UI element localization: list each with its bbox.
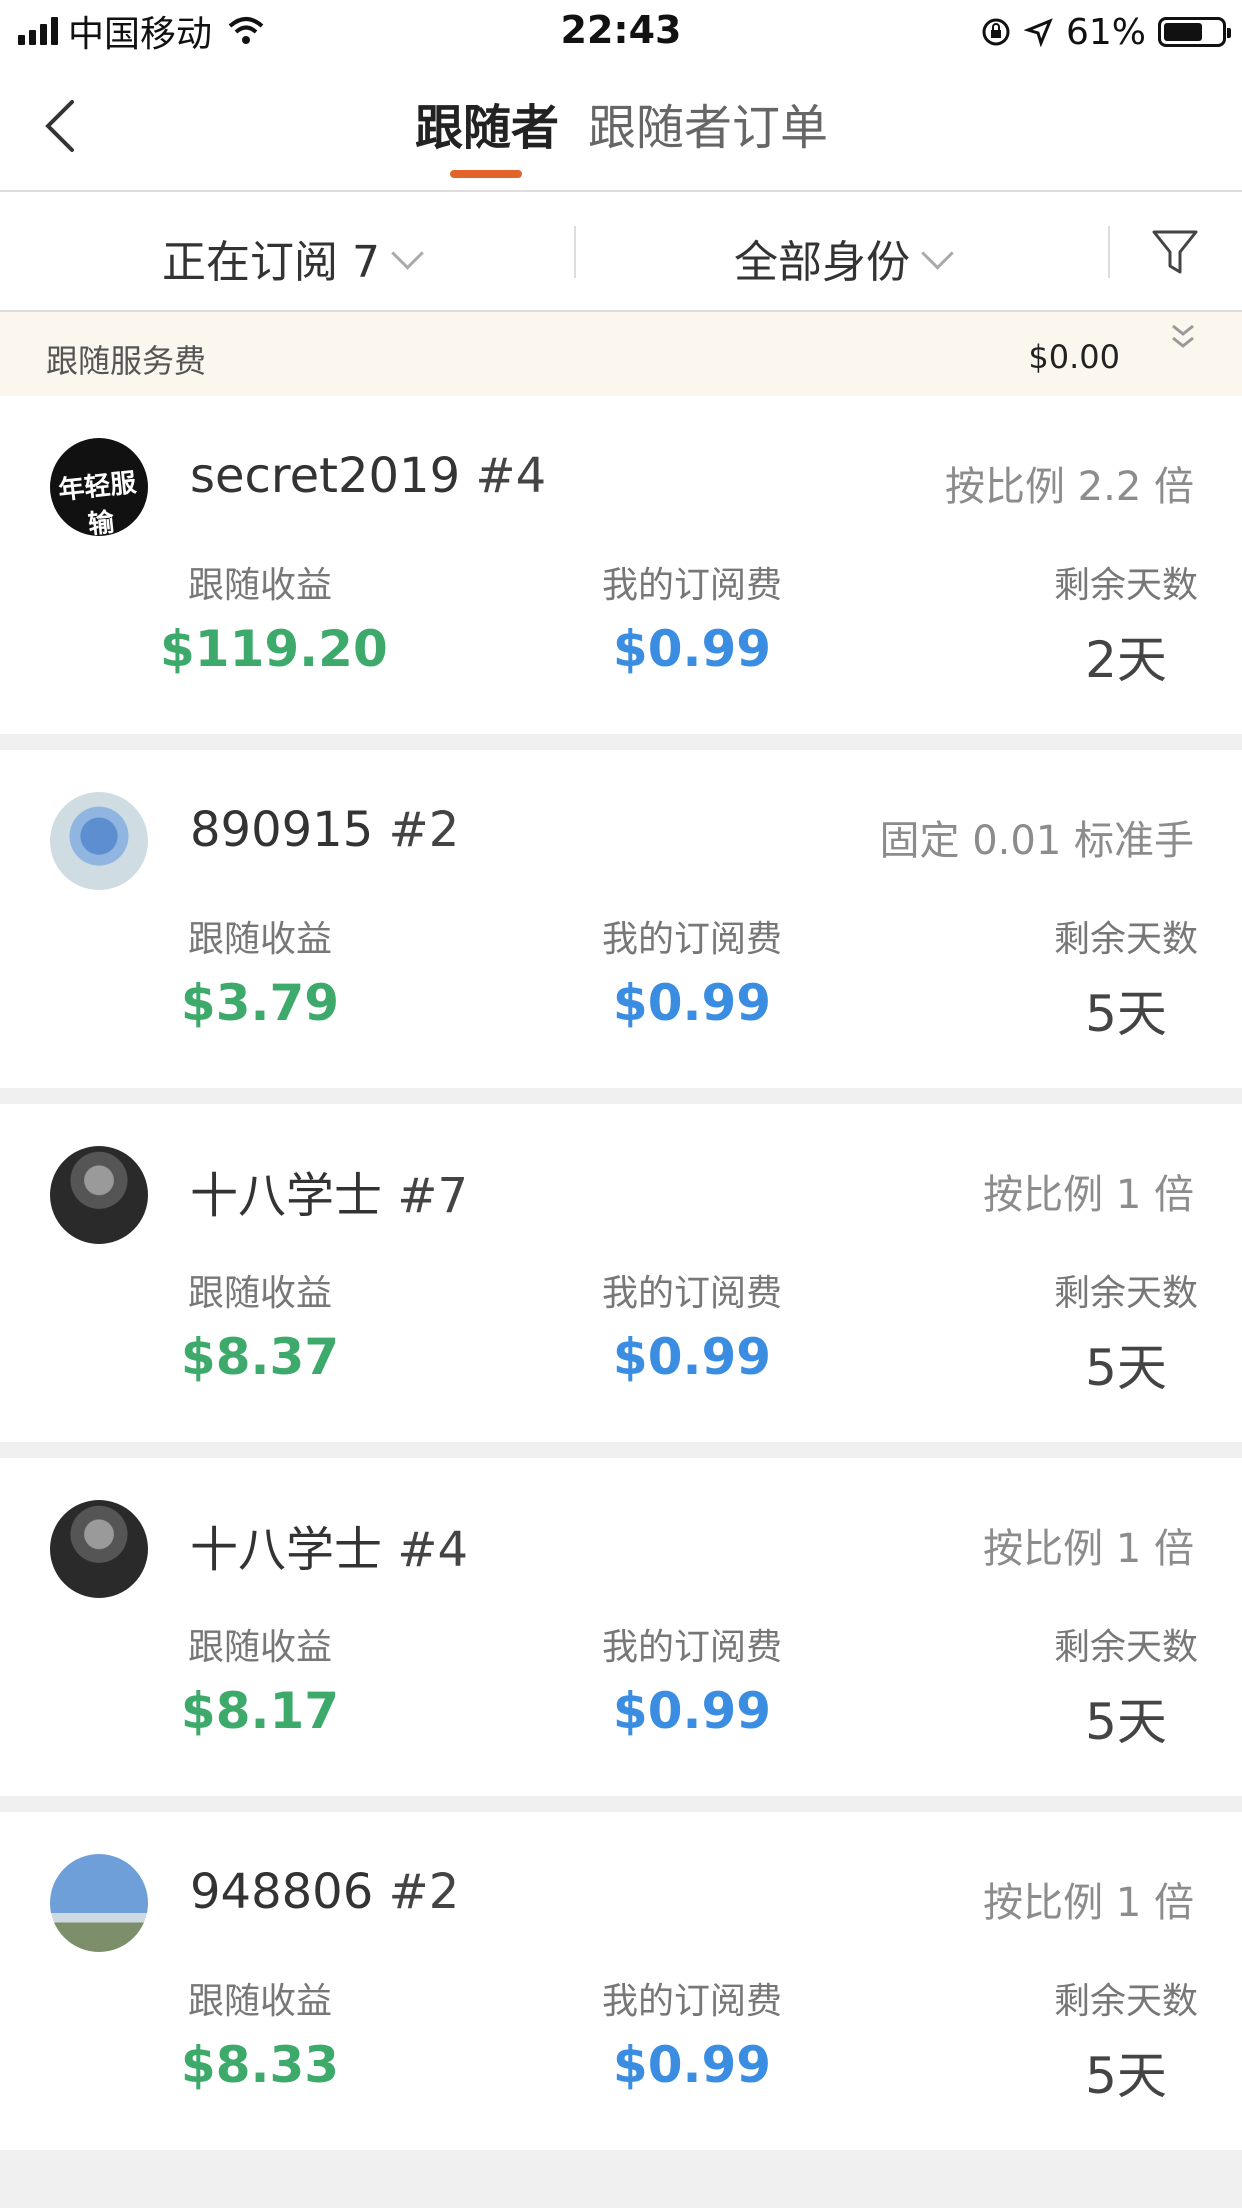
subscribing-filter-label: 正在订阅 7 xyxy=(162,237,380,288)
filter-bar: 正在订阅 7 全部身份 xyxy=(0,192,1242,312)
service-fee-strip: 跟随服务费 $0.00 xyxy=(0,312,1242,396)
profit-column: 跟随收益 $3.79 xyxy=(160,910,360,1032)
days-value: 2天 xyxy=(1085,631,1167,689)
profit-column: 跟随收益 $8.37 xyxy=(160,1264,360,1386)
fee-label: 我的订阅费 xyxy=(601,1981,782,2022)
nav-bar: 跟随者 跟随者订单 xyxy=(0,62,1242,192)
fee-value: $0.99 xyxy=(612,2036,772,2094)
copy-mode: 按比例 2.2 倍 xyxy=(944,464,1194,510)
follower-card[interactable]: 年轻服输 secret2019 #4 按比例 2.2 倍 跟随收益 $119.20… xyxy=(0,396,1242,734)
status-right: 61% xyxy=(980,10,1231,54)
days-column: 剩余天数 5天 xyxy=(1026,910,1226,1046)
days-label: 剩余天数 xyxy=(1053,565,1198,606)
days-label: 剩余天数 xyxy=(1053,1627,1198,1668)
chevron-down-icon xyxy=(391,236,424,270)
avatar xyxy=(50,792,148,890)
fee-value: $0.99 xyxy=(612,1328,772,1386)
profit-value: $119.20 xyxy=(160,620,388,678)
fee-value: $0.99 xyxy=(612,1682,772,1740)
location-icon xyxy=(1023,18,1053,47)
back-arrow-icon[interactable] xyxy=(36,96,86,156)
profit-column: 跟随收益 $119.20 xyxy=(160,556,388,678)
orientation-lock-icon xyxy=(982,18,1010,46)
profit-label: 跟随收益 xyxy=(187,1273,332,1314)
fee-column: 我的订阅费 $0.99 xyxy=(592,1264,792,1386)
days-column: 剩余天数 5天 xyxy=(1026,1972,1226,2108)
fee-column: 我的订阅费 $0.99 xyxy=(592,1618,792,1740)
days-column: 剩余天数 2天 xyxy=(1026,556,1226,692)
copy-mode: 按比例 1 倍 xyxy=(983,1526,1194,1572)
days-label: 剩余天数 xyxy=(1053,1981,1198,2022)
days-value: 5天 xyxy=(1085,985,1167,1043)
days-value: 5天 xyxy=(1085,1693,1167,1751)
profit-value: $8.33 xyxy=(180,2036,340,2094)
follower-card[interactable]: 948806 #2 按比例 1 倍 跟随收益 $8.33 我的订阅费 $0.99 剩… xyxy=(0,1812,1242,2150)
avatar: 年轻服输 xyxy=(50,438,148,536)
fee-column: 我的订阅费 $0.99 xyxy=(592,1972,792,2094)
double-chevron-down-icon[interactable] xyxy=(1168,318,1198,358)
fee-label: 我的订阅费 xyxy=(601,565,782,606)
fee-column: 我的订阅费 $0.99 xyxy=(592,910,792,1032)
profit-label: 跟随收益 xyxy=(187,565,332,606)
filter-funnel-icon[interactable] xyxy=(1150,226,1200,278)
status-bar: 中国移动 22:43 61% xyxy=(0,0,1242,62)
copy-mode: 按比例 1 倍 xyxy=(983,1880,1194,1926)
identity-filter[interactable]: 全部身份 xyxy=(734,226,954,290)
tab-followers[interactable]: 跟随者 xyxy=(415,88,559,158)
follower-name: secret2019 #4 xyxy=(190,448,547,504)
profit-value: $8.17 xyxy=(180,1682,340,1740)
days-column: 剩余天数 5天 xyxy=(1026,1618,1226,1754)
days-label: 剩余天数 xyxy=(1053,919,1198,960)
avatar xyxy=(50,1500,148,1598)
active-tab-indicator xyxy=(450,170,522,178)
battery-icon xyxy=(1158,17,1231,47)
days-column: 剩余天数 5天 xyxy=(1026,1264,1226,1400)
fee-label: 我的订阅费 xyxy=(601,1273,782,1314)
follower-card[interactable]: 890915 #2 固定 0.01 标准手 跟随收益 $3.79 我的订阅费 $0.… xyxy=(0,750,1242,1088)
subscribing-filter[interactable]: 正在订阅 7 xyxy=(162,226,424,290)
follower-card[interactable]: 十八学士 #7 按比例 1 倍 跟随收益 $8.37 我的订阅费 $0.99 剩余天… xyxy=(0,1104,1242,1442)
avatar xyxy=(50,1146,148,1244)
chevron-down-icon xyxy=(921,236,954,270)
days-value: 5天 xyxy=(1085,1339,1167,1397)
profit-label: 跟随收益 xyxy=(187,1627,332,1668)
profit-label: 跟随收益 xyxy=(187,919,332,960)
avatar-logo-text: 年轻服输 xyxy=(56,468,138,536)
fee-value: $0.99 xyxy=(612,974,772,1032)
divider xyxy=(1108,226,1110,278)
profit-column: 跟随收益 $8.33 xyxy=(160,1972,360,2094)
days-label: 剩余天数 xyxy=(1053,1273,1198,1314)
follower-name: 十八学士 #7 xyxy=(190,1168,469,1224)
follower-card[interactable]: 十八学士 #4 按比例 1 倍 跟随收益 $8.17 我的订阅费 $0.99 剩余天… xyxy=(0,1458,1242,1796)
avatar xyxy=(50,1854,148,1952)
fee-value: $0.99 xyxy=(612,620,772,678)
service-fee-label: 跟随服务费 xyxy=(46,342,207,380)
copy-mode: 固定 0.01 标准手 xyxy=(879,818,1195,864)
copy-mode: 按比例 1 倍 xyxy=(983,1172,1194,1218)
tab-follower-orders[interactable]: 跟随者订单 xyxy=(588,88,828,158)
days-value: 5天 xyxy=(1085,2047,1167,2105)
fee-label: 我的订阅费 xyxy=(601,1627,782,1668)
fee-label: 我的订阅费 xyxy=(601,919,782,960)
follower-name: 十八学士 #4 xyxy=(190,1522,469,1578)
identity-filter-label: 全部身份 xyxy=(734,237,910,288)
profit-value: $3.79 xyxy=(180,974,340,1032)
profit-column: 跟随收益 $8.17 xyxy=(160,1618,360,1740)
follower-name: 890915 #2 xyxy=(190,802,460,858)
divider xyxy=(574,226,576,278)
profit-value: $8.37 xyxy=(180,1328,340,1386)
fee-column: 我的订阅费 $0.99 xyxy=(592,556,792,678)
profit-label: 跟随收益 xyxy=(187,1981,332,2022)
service-fee-value: $0.00 xyxy=(1028,338,1120,376)
follower-name: 948806 #2 xyxy=(190,1864,460,1920)
battery-percent: 61% xyxy=(1065,11,1146,53)
